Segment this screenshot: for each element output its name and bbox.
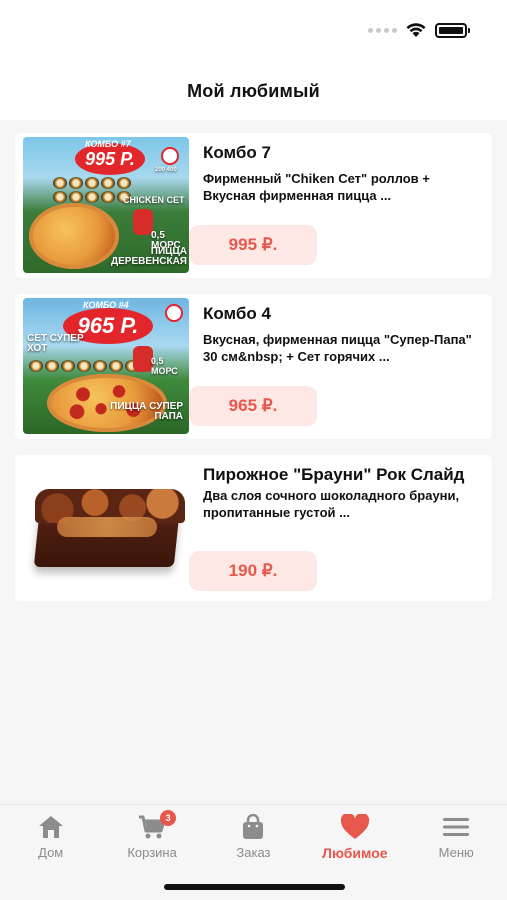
- item-description: Вкусная, фирменная пицца "Супер-Папа" 30…: [203, 332, 472, 364]
- price-button[interactable]: 190 ₽.: [189, 551, 317, 591]
- combo-7-set-label: CHICKEN СЕТ: [123, 195, 185, 205]
- brownie-body: Пирожное "Брауни" Рок Слайд Два слоя соч…: [189, 459, 484, 593]
- price-button[interactable]: 965 ₽.: [189, 386, 317, 426]
- status-bar: [0, 0, 507, 60]
- combo-7-image[interactable]: 995 Р. КОМБО #7 200 400 CHICKEN СЕТ 0,5 …: [23, 137, 189, 273]
- tab-label: Дом: [38, 845, 64, 860]
- favorite-item-brownie[interactable]: Пирожное "Брауни" Рок Слайд Два слоя соч…: [15, 455, 492, 601]
- combo-7-weight: 200 400: [155, 167, 177, 173]
- combo-4-set-label: СЕТ СУПЕР ХОТ: [27, 333, 84, 354]
- combo-4-pizza-label: ПИЦЦА СУПЕР ПАПА: [110, 401, 183, 422]
- brand-logo-icon: [165, 304, 183, 322]
- item-description: Фирменный "Chiken Сет" роллов + Вкусная …: [203, 171, 430, 203]
- combo-7-body: Комбо 7 Фирменный "Chiken Сет" роллов + …: [189, 137, 484, 270]
- combo-4-body: Комбо 4 Вкусная, фирменная пицца "Супер-…: [189, 298, 484, 431]
- menu-icon: [443, 818, 470, 836]
- tab-menu[interactable]: Меню: [406, 813, 506, 861]
- tab-order[interactable]: Заказ: [203, 813, 303, 861]
- cart-count-badge: 3: [160, 810, 177, 826]
- header: Мой любимый: [0, 60, 507, 120]
- tab-label: Корзина: [127, 845, 177, 860]
- battery-icon: [435, 22, 470, 38]
- price-button[interactable]: 995 ₽.: [189, 225, 317, 265]
- item-title: Пирожное "Брауни" Рок Слайд: [203, 465, 465, 484]
- brand-logo-icon: [161, 147, 179, 165]
- favorite-item-combo-4[interactable]: КОМБО #4 965 Р. СЕТ СУПЕР ХОТ 0,5 МОРС П…: [15, 294, 492, 439]
- heart-icon: [340, 814, 369, 839]
- page-title: Мой любимый: [187, 80, 320, 101]
- combo-4-drink-label: 0,5 МОРС: [151, 356, 178, 376]
- tab-favorites[interactable]: Любимое: [305, 813, 405, 861]
- drink-icon: [133, 209, 153, 235]
- status-icons: [368, 22, 470, 38]
- tab-home[interactable]: Дом: [1, 813, 101, 861]
- drink-icon: [133, 346, 153, 372]
- combo-7-header-label: КОМБО #7: [85, 139, 131, 149]
- wifi-icon: [406, 23, 426, 37]
- combo-7-pizza-label: ПИЦЦА ДЕРЕВЕНСКАЯ: [111, 246, 187, 267]
- tab-cart[interactable]: 3 Корзина: [102, 810, 202, 861]
- home-icon: [38, 816, 63, 838]
- item-description: Два слоя сочного шоколадного брауни, про…: [203, 488, 460, 520]
- tab-label: Меню: [438, 845, 474, 860]
- home-indicator[interactable]: [164, 884, 345, 890]
- favorites-list: 995 Р. КОМБО #7 200 400 CHICKEN СЕТ 0,5 …: [15, 133, 492, 617]
- tab-label: Заказ: [236, 845, 271, 860]
- favorite-item-combo-7[interactable]: 995 Р. КОМБО #7 200 400 CHICKEN СЕТ 0,5 …: [15, 133, 492, 278]
- bag-icon: [243, 814, 264, 839]
- item-title: Комбо 4: [203, 304, 271, 323]
- item-title: Комбо 7: [203, 143, 271, 162]
- brownie-image[interactable]: [23, 459, 189, 595]
- combo-4-image[interactable]: КОМБО #4 965 Р. СЕТ СУПЕР ХОТ 0,5 МОРС П…: [23, 298, 189, 434]
- tab-label: Любимое: [322, 845, 388, 861]
- rolls-set-icon: [29, 360, 139, 372]
- signal-icon: [368, 27, 397, 33]
- caramel-drip: [57, 517, 157, 537]
